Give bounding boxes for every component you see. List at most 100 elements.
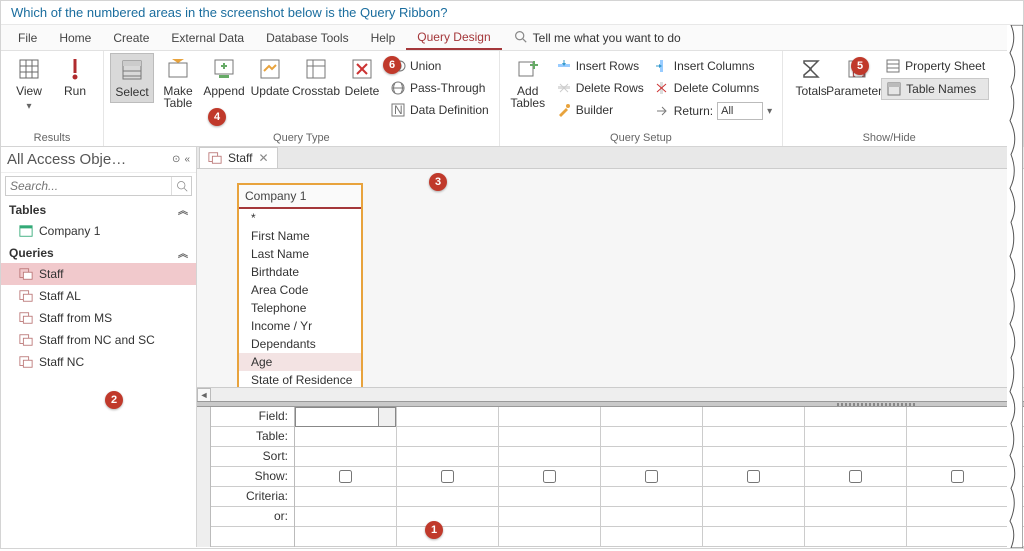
nav-query-staff-nc-sc[interactable]: Staff from NC and SC	[1, 329, 196, 351]
field-list-item[interactable]: Birthdate	[239, 263, 361, 281]
nav-group-queries[interactable]: Queries︽	[1, 242, 196, 263]
grid-cell[interactable]	[499, 467, 600, 487]
grid-cell[interactable]	[703, 427, 804, 447]
grid-cell[interactable]	[295, 527, 396, 547]
grid-cell[interactable]	[703, 507, 804, 527]
tab-database-tools[interactable]: Database Tools	[255, 27, 360, 49]
return-input[interactable]	[717, 102, 763, 120]
tab-file[interactable]: File	[7, 27, 48, 49]
grid-cell[interactable]	[499, 507, 600, 527]
grid-cell[interactable]	[601, 487, 702, 507]
grid-cell[interactable]	[295, 427, 396, 447]
tab-help[interactable]: Help	[360, 27, 407, 49]
grid-cell[interactable]	[601, 427, 702, 447]
field-list-item[interactable]: Last Name	[239, 245, 361, 263]
chevron-down-icon[interactable]: ⊙	[172, 154, 180, 165]
chevron-down-icon[interactable]: ▾	[767, 106, 772, 117]
grid-cell[interactable]	[805, 467, 906, 487]
grid-cell[interactable]	[397, 507, 498, 527]
grid-cell[interactable]	[397, 527, 498, 547]
grid-cell[interactable]	[805, 487, 906, 507]
grid-cell[interactable]	[397, 487, 498, 507]
show-checkbox[interactable]	[645, 470, 658, 483]
grid-cell[interactable]	[703, 467, 804, 487]
grid-cell[interactable]	[907, 507, 1008, 527]
grid-cell[interactable]	[805, 527, 906, 547]
grid-column[interactable]	[805, 407, 907, 547]
nav-query-staff-al[interactable]: Staff AL	[1, 285, 196, 307]
grid-cell[interactable]	[907, 487, 1008, 507]
update-button[interactable]: Update	[248, 53, 292, 101]
nav-title[interactable]: All Access Obje…	[7, 151, 126, 168]
grid-cell[interactable]	[1009, 447, 1024, 467]
close-icon[interactable]: ✕	[258, 151, 268, 165]
union-button[interactable]: Union	[386, 56, 493, 76]
horizontal-scrollbar[interactable]: ◄	[197, 387, 1024, 401]
field-list-item[interactable]: *	[239, 209, 361, 227]
grid-cell[interactable]	[703, 407, 804, 427]
add-tables-button[interactable]: Add Tables	[506, 53, 550, 113]
make-table-button[interactable]: Make Table	[156, 53, 200, 113]
field-list-item[interactable]: Telephone	[239, 299, 361, 317]
search-icon[interactable]	[171, 177, 191, 195]
nav-query-staff[interactable]: Staff	[1, 263, 196, 285]
grid-cell[interactable]	[805, 447, 906, 467]
grid-cell[interactable]	[397, 407, 498, 427]
grid-cell[interactable]	[907, 427, 1008, 447]
grid-cell[interactable]	[805, 407, 906, 427]
append-button[interactable]: Append	[202, 53, 246, 101]
tell-me[interactable]: Tell me what you want to do	[514, 30, 681, 46]
doc-tab-staff[interactable]: Staff ✕	[199, 147, 278, 168]
grid-cell[interactable]	[907, 407, 1008, 427]
show-checkbox[interactable]	[441, 470, 454, 483]
delete-rows-button[interactable]: Delete Rows	[552, 78, 648, 98]
nav-query-staff-ms[interactable]: Staff from MS	[1, 307, 196, 329]
grid-cell[interactable]	[703, 487, 804, 507]
grid-cell[interactable]	[601, 447, 702, 467]
grid-cell[interactable]	[907, 447, 1008, 467]
view-button[interactable]: View ▾	[7, 53, 51, 117]
scroll-left-icon[interactable]: ◄	[197, 388, 211, 402]
show-checkbox[interactable]	[339, 470, 352, 483]
grid-cell[interactable]	[907, 527, 1008, 547]
grid-cell[interactable]	[499, 447, 600, 467]
grid-cell[interactable]	[295, 407, 396, 427]
grid-cell[interactable]	[1009, 427, 1024, 447]
select-query-button[interactable]: Select	[110, 53, 154, 103]
grid-cell[interactable]	[295, 487, 396, 507]
grid-column[interactable]	[703, 407, 805, 547]
grid-cell[interactable]	[295, 507, 396, 527]
grid-column[interactable]	[295, 407, 397, 547]
run-button[interactable]: Run	[53, 53, 97, 101]
show-checkbox[interactable]	[543, 470, 556, 483]
grid-column[interactable]	[499, 407, 601, 547]
grid-cell[interactable]	[805, 427, 906, 447]
insert-cols-button[interactable]: Insert Columns	[650, 56, 776, 76]
field-list-item[interactable]: Area Code	[239, 281, 361, 299]
table-names-button[interactable]: Table Names	[881, 78, 989, 100]
field-list-item[interactable]: First Name	[239, 227, 361, 245]
grid-column[interactable]	[601, 407, 703, 547]
grid-cell[interactable]	[907, 467, 1008, 487]
show-checkbox[interactable]	[849, 470, 862, 483]
search-input[interactable]	[6, 177, 171, 195]
delete-cols-button[interactable]: Delete Columns	[650, 78, 776, 98]
show-checkbox[interactable]	[747, 470, 760, 483]
field-list-item[interactable]: State of Residence	[239, 371, 361, 387]
passthrough-button[interactable]: Pass-Through	[386, 78, 493, 98]
grid-cell[interactable]	[397, 467, 498, 487]
show-checkbox[interactable]	[951, 470, 964, 483]
datadef-button[interactable]: NData Definition	[386, 100, 493, 120]
tab-query-design[interactable]: Query Design	[406, 26, 501, 50]
field-list-item[interactable]: Age	[239, 353, 361, 371]
grid-cell[interactable]	[1009, 467, 1024, 487]
nav-query-staff-nc[interactable]: Staff NC	[1, 351, 196, 373]
grid-cell[interactable]	[601, 527, 702, 547]
grid-cell[interactable]	[499, 407, 600, 427]
field-list-company1[interactable]: Company 1 *First NameLast NameBirthdateA…	[237, 183, 363, 387]
grid-cell[interactable]	[295, 467, 396, 487]
grid-cell[interactable]	[499, 527, 600, 547]
tab-home[interactable]: Home	[48, 27, 102, 49]
grid-cell[interactable]	[499, 487, 600, 507]
grid-cell[interactable]	[805, 507, 906, 527]
